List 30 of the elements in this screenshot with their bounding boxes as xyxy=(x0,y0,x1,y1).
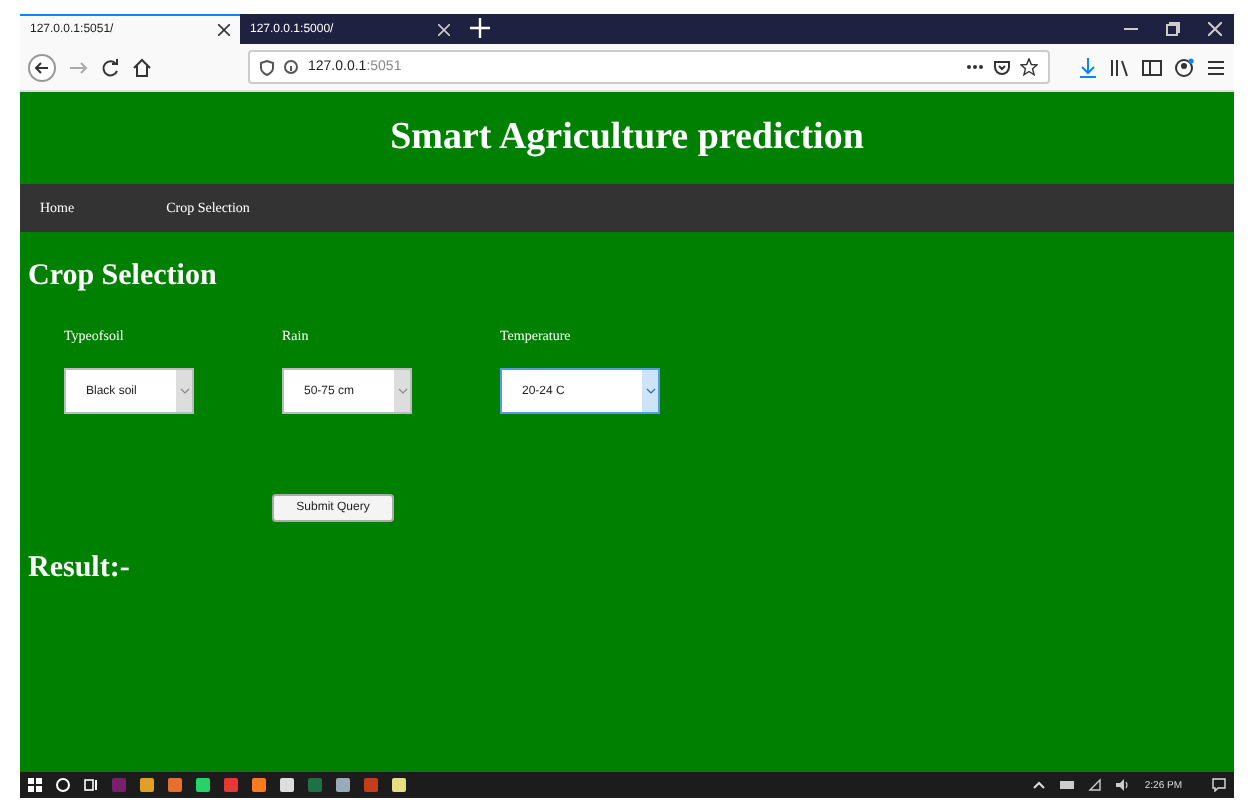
shield-icon xyxy=(260,59,274,75)
account-icon[interactable] xyxy=(1174,57,1194,77)
speaker-icon[interactable] xyxy=(1116,778,1131,792)
back-icon[interactable] xyxy=(28,53,56,81)
home-icon[interactable] xyxy=(132,57,152,77)
search-icon[interactable] xyxy=(56,778,70,792)
library-icon[interactable] xyxy=(1110,57,1130,77)
pocket-icon[interactable] xyxy=(994,59,1010,75)
notification-icon[interactable] xyxy=(1212,778,1226,792)
chevron-icon xyxy=(179,388,189,394)
result-label: Result:- xyxy=(28,552,132,586)
new-tab-icon[interactable] xyxy=(468,16,492,40)
chevron-icon xyxy=(645,388,655,394)
info-icon[interactable] xyxy=(284,60,298,74)
page-title: Smart Agriculture prediction xyxy=(388,116,866,160)
download-icon[interactable] xyxy=(1078,57,1098,77)
close-icon[interactable] xyxy=(218,24,230,36)
restore-icon[interactable] xyxy=(1166,22,1180,36)
more-icon[interactable] xyxy=(966,64,984,70)
menu-icon[interactable] xyxy=(1206,57,1226,77)
network-icon[interactable] xyxy=(1060,778,1075,792)
star-icon[interactable] xyxy=(1020,58,1038,76)
sidebar-icon[interactable] xyxy=(1142,57,1162,77)
wifi-icon[interactable] xyxy=(1088,778,1103,792)
task-view-icon[interactable] xyxy=(84,778,98,792)
section-heading: Crop Selection xyxy=(28,260,219,294)
reload-icon[interactable] xyxy=(100,57,120,77)
start-icon[interactable] xyxy=(28,778,42,792)
minimize-icon[interactable] xyxy=(1124,22,1138,36)
chevron-icon xyxy=(397,388,407,394)
